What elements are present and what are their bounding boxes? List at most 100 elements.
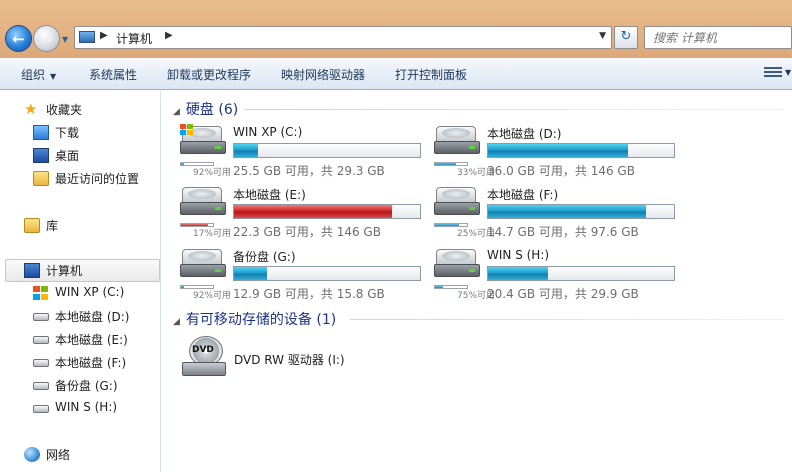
drive-name: 本地磁盘 (E:) bbox=[233, 188, 306, 202]
removable-group-title: 有可移动存储的设备 (1) bbox=[185, 312, 337, 328]
search-box[interactable] bbox=[644, 26, 792, 49]
library-icon bbox=[24, 218, 40, 233]
nav-drive-label: 本地磁盘 (D:) bbox=[55, 310, 130, 324]
drive-icon bbox=[33, 405, 49, 413]
free-space-text: 36.0 GB 可用，共 146 GB bbox=[487, 164, 635, 178]
nav-drive-label: WIN S (H:) bbox=[55, 400, 118, 414]
drive-tile-d[interactable]: 33%可用 本地磁盘 (D:) 36.0 GB 可用，共 146 GB bbox=[416, 122, 675, 178]
free-space-text: 22.3 GB 可用，共 146 GB bbox=[233, 225, 381, 239]
star-icon: ★ bbox=[24, 100, 38, 118]
system-properties-button[interactable]: 系统属性 bbox=[89, 66, 137, 83]
hard-drive-icon bbox=[180, 249, 226, 279]
nav-drive-label: WIN XP (C:) bbox=[55, 285, 125, 299]
dvd-drive-icon[interactable]: DVD bbox=[180, 336, 228, 380]
drive-icon bbox=[33, 336, 49, 344]
drive-name: 本地磁盘 (F:) bbox=[487, 188, 559, 202]
forward-button[interactable]: → bbox=[33, 25, 60, 52]
free-percent-label: 92%可用 bbox=[193, 168, 232, 178]
drive-name: 本地磁盘 (D:) bbox=[487, 127, 562, 141]
free-percent-label: 92%可用 bbox=[193, 291, 232, 301]
group-divider bbox=[350, 319, 784, 320]
drive-icon bbox=[33, 359, 49, 367]
nav-recent-label: 最近访问的位置 bbox=[55, 172, 140, 186]
open-control-panel-button[interactable]: 打开控制面板 bbox=[395, 66, 467, 83]
change-view-icon[interactable] bbox=[764, 65, 782, 81]
drive-tile-f[interactable]: 25%可用 本地磁盘 (F:) 14.7 GB 可用，共 97.6 GB bbox=[416, 183, 675, 239]
drive-tile-c[interactable]: 92%可用 WIN XP (C:) 25.5 GB 可用，共 29.3 GB bbox=[162, 122, 421, 178]
collapse-icon: ◢ bbox=[173, 107, 180, 117]
recent-pages-dropdown[interactable]: ▼ bbox=[62, 35, 68, 44]
organize-menu[interactable]: 组织 ▼ bbox=[21, 66, 56, 83]
breadcrumb-computer[interactable]: 计算机 bbox=[116, 30, 152, 47]
usage-bar bbox=[487, 204, 675, 219]
usage-bar bbox=[487, 143, 675, 158]
hard-disks-group-header[interactable]: ◢ 硬盘 (6) bbox=[173, 99, 238, 119]
breadcrumb-separator-icon[interactable]: ▶ bbox=[100, 30, 108, 41]
drive-tile-e[interactable]: 17%可用 本地磁盘 (E:) 22.3 GB 可用，共 146 GB bbox=[162, 183, 421, 239]
downloads-folder-icon bbox=[33, 125, 49, 140]
navigation-pane: ★ 收藏夹 下载 桌面 最近访问的位置 库 计算机 WIN XP (C:) 本地… bbox=[0, 91, 161, 472]
command-bar: 组织 ▼ 系统属性 卸载或更改程序 映射网络驱动器 打开控制面板 ▼ bbox=[0, 58, 792, 90]
usage-bar bbox=[487, 266, 675, 281]
drive-name: WIN XP (C:) bbox=[233, 125, 303, 139]
nav-drive-label: 本地磁盘 (E:) bbox=[55, 333, 128, 347]
usage-bar bbox=[233, 143, 421, 158]
group-divider bbox=[244, 109, 784, 110]
nav-desktop-label: 桌面 bbox=[55, 149, 80, 163]
drive-name: WIN S (H:) bbox=[487, 248, 550, 262]
usage-bar-fill bbox=[234, 205, 393, 218]
nav-drive-label: 备份盘 (G:) bbox=[55, 379, 118, 393]
nav-drive-label: 本地磁盘 (F:) bbox=[55, 356, 127, 370]
forward-arrow-icon: → bbox=[40, 29, 53, 48]
recent-places-icon bbox=[33, 171, 49, 186]
nav-network-label: 网络 bbox=[46, 448, 71, 462]
drive-tile-h[interactable]: 75%可用 WIN S (H:) 20.4 GB 可用，共 29.9 GB bbox=[416, 245, 675, 301]
dvd-disc-label: DVD bbox=[192, 345, 214, 355]
usage-bar bbox=[233, 204, 421, 219]
nav-libraries-label: 库 bbox=[46, 219, 59, 233]
usage-bar bbox=[233, 266, 421, 281]
windows-hard-drive-icon bbox=[180, 124, 226, 156]
free-space-text: 14.7 GB 可用，共 97.6 GB bbox=[487, 225, 639, 239]
usage-bar-fill bbox=[488, 144, 628, 157]
removable-group-header[interactable]: ◢ 有可移动存储的设备 (1) bbox=[173, 309, 336, 329]
free-space-text: 20.4 GB 可用，共 29.9 GB bbox=[487, 287, 639, 301]
usage-bar-fill bbox=[488, 267, 548, 280]
free-space-text: 25.5 GB 可用，共 29.3 GB bbox=[233, 164, 385, 178]
chevron-down-icon: ▼ bbox=[50, 72, 57, 81]
collapse-icon: ◢ bbox=[173, 317, 180, 327]
hard-disks-group-title: 硬盘 (6) bbox=[185, 102, 239, 118]
hard-drive-icon bbox=[180, 187, 226, 217]
usage-bar-fill bbox=[234, 267, 268, 280]
hard-drive-icon bbox=[434, 249, 480, 279]
computer-icon bbox=[79, 31, 95, 43]
free-percent-label: 17%可用 bbox=[193, 229, 232, 239]
network-icon bbox=[24, 447, 40, 462]
free-space-text: 12.9 GB 可用，共 15.8 GB bbox=[233, 287, 385, 301]
back-button[interactable]: ← bbox=[5, 25, 32, 52]
breadcrumb-separator-icon[interactable]: ▶ bbox=[165, 30, 173, 41]
back-arrow-icon: ← bbox=[12, 29, 25, 48]
computer-icon bbox=[24, 263, 40, 278]
refresh-icon: ↻ bbox=[620, 29, 632, 44]
nav-computer-label: 计算机 bbox=[46, 264, 83, 278]
nav-favorites-label: 收藏夹 bbox=[46, 103, 83, 117]
search-input[interactable] bbox=[645, 27, 791, 48]
hard-drive-icon bbox=[434, 126, 480, 156]
map-network-drive-button[interactable]: 映射网络驱动器 bbox=[281, 66, 365, 83]
drive-icon bbox=[33, 382, 49, 390]
refresh-button[interactable]: ↻ bbox=[614, 26, 638, 49]
view-options-dropdown[interactable]: ▼ bbox=[785, 68, 791, 77]
address-box[interactable]: ▶ 计算机 ▶ ▼ bbox=[74, 26, 612, 49]
dvd-drive-name[interactable]: DVD RW 驱动器 (I:) bbox=[234, 351, 345, 368]
uninstall-program-button[interactable]: 卸载或更改程序 bbox=[167, 66, 251, 83]
drive-tile-g[interactable]: 92%可用 备份盘 (G:) 12.9 GB 可用，共 15.8 GB bbox=[162, 245, 421, 301]
usage-bar-fill bbox=[234, 144, 259, 157]
windows-drive-icon bbox=[33, 286, 49, 301]
nav-downloads-label: 下载 bbox=[55, 126, 80, 140]
address-dropdown-icon[interactable]: ▼ bbox=[599, 31, 606, 41]
hard-drive-icon bbox=[434, 187, 480, 217]
desktop-icon bbox=[33, 148, 49, 163]
address-bar-area: ← → ▼ ▶ 计算机 ▶ ▼ ↻ bbox=[0, 0, 792, 58]
usage-bar-fill bbox=[488, 205, 647, 218]
